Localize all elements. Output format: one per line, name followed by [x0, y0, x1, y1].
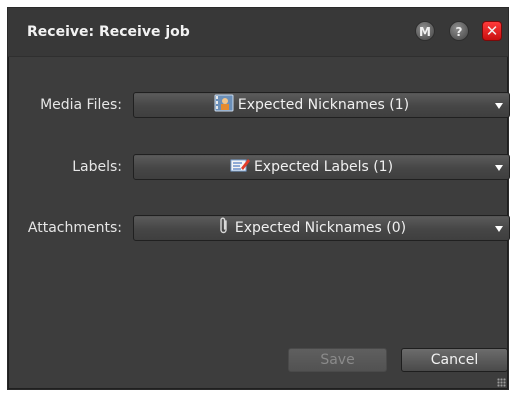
- receive-job-dialog: Receive: Receive job M ? ✕ Media Files:: [7, 7, 510, 390]
- labels-label: Labels:: [72, 159, 122, 175]
- cancel-button[interactable]: Cancel: [401, 348, 508, 372]
- media-files-dropdown[interactable]: Expected Nicknames (1): [133, 92, 510, 118]
- labels-dropdown[interactable]: Expected Labels (1): [133, 154, 510, 180]
- media-files-value: Expected Nicknames (1): [237, 97, 410, 113]
- save-button[interactable]: Save: [288, 348, 387, 372]
- attachments-label: Attachments:: [27, 220, 122, 236]
- attachments-dropdown[interactable]: Expected Nicknames (0): [133, 215, 510, 241]
- title-bar[interactable]: Receive: Receive job M ? ✕: [8, 8, 508, 57]
- attachments-value: Expected Nicknames (0): [234, 220, 407, 236]
- m-button[interactable]: M: [415, 21, 435, 41]
- help-button[interactable]: ?: [449, 21, 469, 41]
- paperclip-icon: [217, 217, 231, 239]
- media-files-row: Media Files: Expected Nicknames (1): [8, 92, 510, 118]
- labels-row: Labels: Expected Labels (1): [8, 154, 510, 180]
- chevron-down-icon: [495, 226, 503, 232]
- labels-value: Expected Labels (1): [253, 159, 394, 175]
- chevron-down-icon: [495, 103, 503, 109]
- attachments-row: Attachments: Expected Nicknames (0): [8, 215, 510, 241]
- media-files-label: Media Files:: [40, 97, 122, 113]
- chevron-down-icon: [495, 165, 503, 171]
- media-files-icon: [214, 94, 234, 116]
- close-button[interactable]: ✕: [482, 21, 502, 41]
- dialog-title: Receive: Receive job: [27, 24, 190, 40]
- resize-grip-icon[interactable]: [497, 378, 506, 387]
- labels-icon: [230, 157, 250, 177]
